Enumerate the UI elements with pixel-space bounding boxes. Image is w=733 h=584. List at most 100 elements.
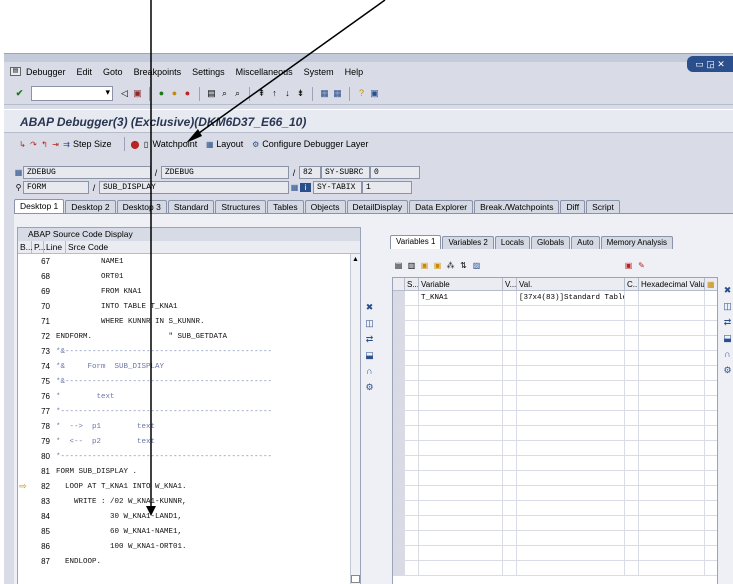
menu-system[interactable]: System: [300, 67, 338, 77]
col-header-value[interactable]: Val.: [517, 278, 625, 290]
save-icon[interactable]: ▣: [132, 88, 143, 99]
headphones-icon[interactable]: ∩: [364, 366, 375, 377]
source-line[interactable]: 76 * text: [18, 389, 360, 404]
source-line[interactable]: 73 *&------------------------------------…: [18, 344, 360, 359]
swap-tool-icon[interactable]: ⇄: [722, 317, 733, 328]
scroll-up-icon[interactable]: ▲: [352, 256, 359, 263]
col-header-hex[interactable]: Hexadecimal Value: [639, 278, 705, 290]
tab-globals[interactable]: Globals: [531, 236, 571, 249]
layout-button[interactable]: ▦ Layout: [205, 139, 243, 149]
table-row[interactable]: [393, 351, 717, 366]
print-icon[interactable]: ▤: [206, 88, 217, 99]
col-header-variable[interactable]: Variable: [419, 278, 503, 290]
structure-icon[interactable]: ▦: [289, 183, 300, 192]
event-type-field[interactable]: FORM: [23, 181, 89, 194]
sy-subrc-value[interactable]: 0: [370, 166, 420, 179]
menu-edit[interactable]: Edit: [73, 67, 97, 77]
table-row[interactable]: [393, 471, 717, 486]
info-icon[interactable]: i: [300, 183, 311, 192]
variable-cell[interactable]: [419, 306, 503, 320]
table-row[interactable]: [393, 381, 717, 396]
source-line[interactable]: 80 *-------------------------------------…: [18, 449, 360, 464]
split-tool-icon[interactable]: ⬓: [364, 350, 375, 361]
enter-icon[interactable]: ✔: [14, 88, 25, 99]
menu-miscellaneous[interactable]: Miscellaneous: [232, 67, 297, 77]
tab-detaildisplay[interactable]: DetailDisplay: [346, 200, 409, 213]
exit-icon[interactable]: ●: [169, 88, 180, 99]
command-field[interactable]: [31, 86, 113, 101]
variable-cell[interactable]: [419, 441, 503, 455]
variable-cell[interactable]: [419, 501, 503, 515]
table-row[interactable]: [393, 426, 717, 441]
expand-icon[interactable]: ⇅: [459, 261, 468, 270]
delete-row-icon[interactable]: ▤: [394, 261, 403, 270]
table-row[interactable]: [393, 321, 717, 336]
tab-script[interactable]: Script: [586, 200, 620, 213]
source-line[interactable]: 83 WRITE : /02 W_KNA1-KUNNR,: [18, 494, 360, 509]
menu-settings[interactable]: Settings: [188, 67, 229, 77]
variable-cell[interactable]: [419, 366, 503, 380]
source-line[interactable]: 74 *& Form SUB_DISPLAY: [18, 359, 360, 374]
new-session-icon[interactable]: ▦: [319, 88, 330, 99]
variable-cell[interactable]: [419, 351, 503, 365]
sy-tabix-value[interactable]: 1: [362, 181, 412, 194]
tool-config-icon[interactable]: ⚙: [722, 365, 733, 376]
tab-desktop-2[interactable]: Desktop 2: [65, 200, 116, 213]
configure-layer-button[interactable]: ⚙ Configure Debugger Layer: [251, 139, 368, 149]
watchpoint-button[interactable]: ▯ Watchpoint: [142, 139, 197, 149]
shortcut-icon[interactable]: ▦: [332, 88, 343, 99]
main-program-field[interactable]: ZDEBUG: [23, 166, 151, 179]
source-line[interactable]: 86 100 W_KNA1-ORT01.: [18, 539, 360, 554]
source-line[interactable]: 70 INTO TABLE T_KNA1: [18, 299, 360, 314]
help-icon[interactable]: ?: [356, 88, 367, 99]
col-header-source[interactable]: Srce Code: [66, 241, 350, 253]
return-icon[interactable]: ↰: [40, 140, 49, 149]
tab-variables-2[interactable]: Variables 2: [442, 236, 494, 249]
table-row[interactable]: [393, 561, 717, 576]
find-icon[interactable]: ⌕: [219, 88, 230, 99]
tab-data-explorer[interactable]: Data Explorer: [409, 200, 474, 213]
source-scrollbar[interactable]: ▲: [350, 254, 360, 584]
layout-menu-icon[interactable]: ▣: [369, 88, 380, 99]
single-step-icon[interactable]: ↳: [18, 140, 27, 149]
hierarchy-icon[interactable]: ⁂: [446, 261, 455, 270]
source-line[interactable]: 75 *&------------------------------------…: [18, 374, 360, 389]
menu-breakpoints[interactable]: Breakpoints: [130, 67, 186, 77]
cancel-icon[interactable]: ●: [182, 88, 193, 99]
first-page-icon[interactable]: ⇞: [256, 88, 267, 99]
close-tool-icon[interactable]: ✖: [722, 285, 733, 296]
step-size-button[interactable]: ⇉ Step Size: [62, 139, 111, 149]
variable-cell[interactable]: [419, 411, 503, 425]
detail-icon[interactable]: ▨: [472, 261, 481, 270]
source-line[interactable]: 71 WHERE KUNNR IN S_KUNNR.: [18, 314, 360, 329]
source-line[interactable]: 84 30 W_KNA1-LAND1,: [18, 509, 360, 524]
tab-memory-analysis[interactable]: Memory Analysis: [600, 236, 674, 249]
menu-goto[interactable]: Goto: [99, 67, 127, 77]
col-header-breakpoint[interactable]: B...: [18, 241, 33, 253]
table-row[interactable]: T_KNA1 [37x4(83)]Standard Table: [393, 291, 717, 306]
prev-page-icon[interactable]: ↑: [269, 88, 280, 99]
variable-cell[interactable]: [419, 336, 503, 350]
table-row[interactable]: [393, 531, 717, 546]
menu-help[interactable]: Help: [341, 67, 368, 77]
variable-cell[interactable]: [419, 546, 503, 560]
column-config-icon[interactable]: ▦: [705, 278, 717, 290]
variable-cell[interactable]: T_KNA1: [419, 291, 503, 305]
table-row[interactable]: [393, 306, 717, 321]
save-vars-icon[interactable]: ▣: [420, 261, 429, 270]
tab-diff[interactable]: Diff: [560, 200, 586, 213]
edit-icon[interactable]: ✎: [637, 261, 646, 270]
event-name-field[interactable]: SUB_DISPLAY: [99, 181, 289, 194]
load-vars-icon[interactable]: ▣: [433, 261, 442, 270]
tab-tables[interactable]: Tables: [267, 200, 304, 213]
variable-cell[interactable]: [419, 456, 503, 470]
tab-locals[interactable]: Locals: [494, 236, 530, 249]
variable-cell[interactable]: [419, 381, 503, 395]
source-line[interactable]: ⇨ 82 LOOP AT T_KNA1 INTO W_KNA1.: [18, 479, 360, 494]
tab-structures[interactable]: Structures: [215, 200, 267, 213]
current-line-arrow-icon[interactable]: ⇨: [18, 481, 28, 492]
table-row[interactable]: [393, 441, 717, 456]
delete-all-icon[interactable]: ▥: [407, 261, 416, 270]
col-header-p[interactable]: P...: [32, 241, 46, 253]
tab-variables-1[interactable]: Variables 1: [390, 235, 442, 249]
